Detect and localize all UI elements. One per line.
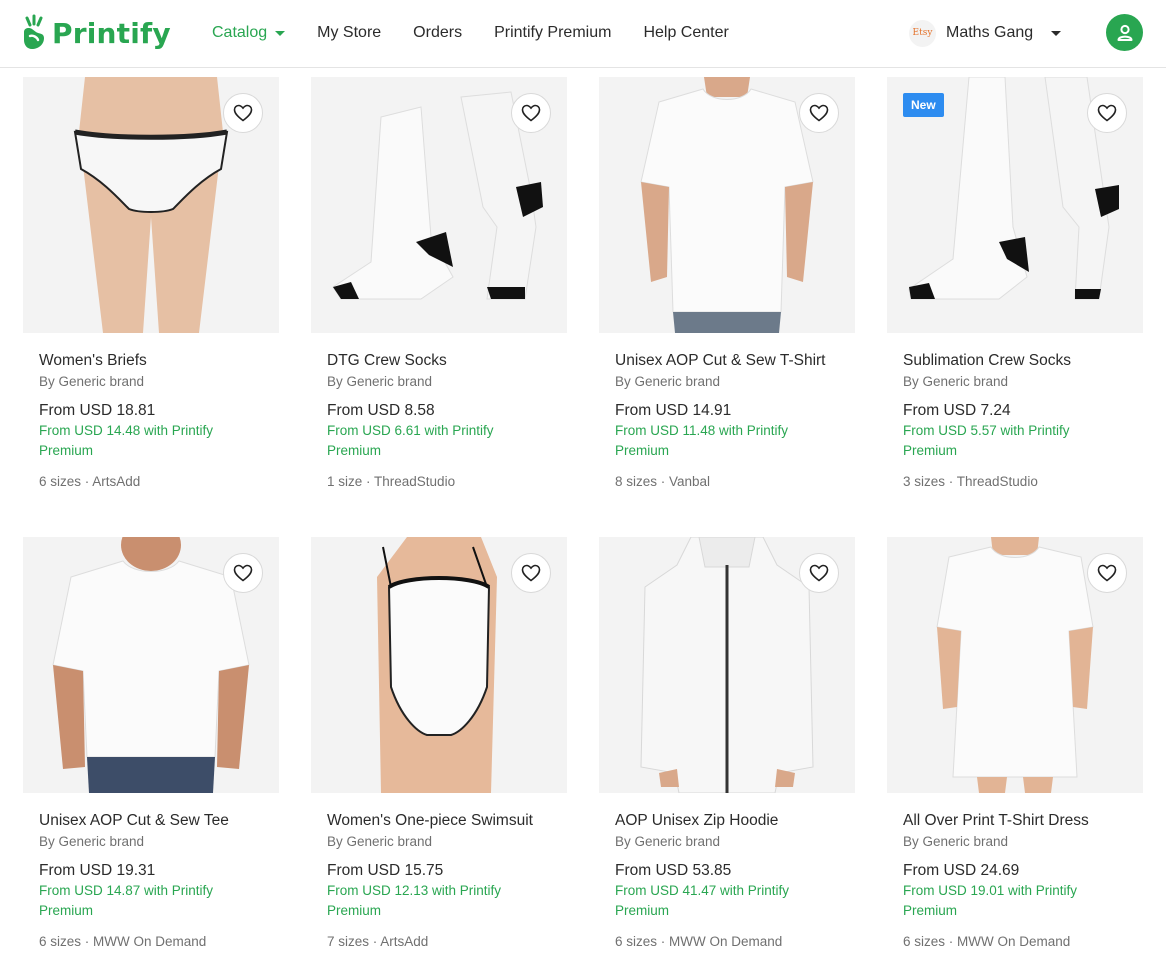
favorite-button[interactable] <box>511 93 551 133</box>
product-brand: By Generic brand <box>327 834 433 849</box>
product-premium-price: From USD 6.61 with Printify Premium <box>327 423 494 458</box>
heart-icon <box>521 564 541 582</box>
store-selector[interactable]: Etsy Maths Gang <box>909 18 1062 48</box>
main-nav: Catalog My Store Orders Printify Premium… <box>212 0 761 66</box>
product-brand: By Generic brand <box>615 834 721 849</box>
heart-icon <box>1097 564 1117 582</box>
product-premium-price: From USD 19.01 with Printify Premium <box>903 883 1078 918</box>
nav-orders[interactable]: Orders <box>413 24 462 42</box>
nav-my-store-label: My Store <box>317 24 382 41</box>
printify-logo-icon <box>24 14 44 49</box>
product-price: From USD 7.24 <box>903 402 1011 419</box>
product-brand: By Generic brand <box>615 374 721 389</box>
product-meta: 1 size · ThreadStudio <box>327 474 456 489</box>
favorite-button[interactable] <box>1087 93 1127 133</box>
product-info: Unisex AOP Cut & Sew T-Shirt By Generic … <box>615 351 845 491</box>
product-price: From USD 14.91 <box>615 402 732 419</box>
logo-text: Printify <box>52 16 171 50</box>
nav-help-center[interactable]: Help Center <box>643 24 728 42</box>
product-price: From USD 8.58 <box>327 402 435 419</box>
product-brand: By Generic brand <box>39 374 145 389</box>
favorite-button[interactable] <box>799 93 839 133</box>
nav-my-store[interactable]: My Store <box>317 24 381 42</box>
product-info: Unisex AOP Cut & Sew Tee By Generic bran… <box>39 811 269 951</box>
etsy-icon: Etsy <box>909 19 936 47</box>
store-name: Maths Gang <box>946 24 1034 41</box>
product-brand: By Generic brand <box>903 834 1009 849</box>
product-price: From USD 15.75 <box>327 862 444 879</box>
favorite-button[interactable] <box>223 93 263 133</box>
product-price: From USD 19.31 <box>39 862 156 879</box>
nav-printify-premium-label: Printify Premium <box>494 24 612 41</box>
heart-icon <box>809 564 829 582</box>
product-meta: 6 sizes · ArtsAdd <box>39 474 141 489</box>
nav-printify-premium[interactable]: Printify Premium <box>494 24 611 42</box>
nav-orders-label: Orders <box>413 24 463 41</box>
product-price: From USD 24.69 <box>903 862 1020 879</box>
product-info: AOP Unisex Zip Hoodie By Generic brand F… <box>615 811 845 951</box>
chevron-down-icon <box>275 30 286 36</box>
product-info: All Over Print T-Shirt Dress By Generic … <box>903 811 1133 951</box>
product-title[interactable]: All Over Print T-Shirt Dress <box>903 811 1133 831</box>
product-title[interactable]: Unisex AOP Cut & Sew Tee <box>39 811 269 831</box>
product-info: DTG Crew Socks By Generic brand From USD… <box>327 351 557 491</box>
nav-catalog-label: Catalog <box>212 24 268 41</box>
product-premium-price: From USD 14.87 with Printify Premium <box>39 883 214 918</box>
nav-catalog[interactable]: Catalog <box>212 24 286 42</box>
favorite-button[interactable] <box>1087 553 1127 593</box>
product-price: From USD 18.81 <box>39 402 156 419</box>
favorite-button[interactable] <box>223 553 263 593</box>
product-info: Sublimation Crew Socks By Generic brand … <box>903 351 1133 491</box>
heart-icon <box>233 564 253 582</box>
product-meta: 6 sizes · MWW On Demand <box>615 934 783 949</box>
favorite-button[interactable] <box>511 553 551 593</box>
heart-icon <box>233 104 253 122</box>
heart-icon <box>809 104 829 122</box>
product-premium-price: From USD 41.47 with Printify Premium <box>615 883 790 918</box>
product-premium-price: From USD 5.57 with Printify Premium <box>903 423 1070 458</box>
product-premium-price: From USD 14.48 with Printify Premium <box>39 423 214 458</box>
new-badge: New <box>903 93 944 117</box>
product-premium-price: From USD 11.48 with Printify Premium <box>615 423 789 458</box>
product-brand: By Generic brand <box>39 834 145 849</box>
product-meta: 7 sizes · ArtsAdd <box>327 934 429 949</box>
heart-icon <box>521 104 541 122</box>
product-title[interactable]: Sublimation Crew Socks <box>903 351 1133 371</box>
heart-icon <box>1097 104 1117 122</box>
favorite-button[interactable] <box>799 553 839 593</box>
printify-logo[interactable]: Printify <box>21 13 171 53</box>
product-title[interactable]: Unisex AOP Cut & Sew T-Shirt <box>615 351 845 371</box>
product-premium-price: From USD 12.13 with Printify Premium <box>327 883 502 918</box>
product-title[interactable]: Women's One-piece Swimsuit <box>327 811 557 831</box>
product-info: Women's Briefs By Generic brand From USD… <box>39 351 269 491</box>
product-meta: 6 sizes · MWW On Demand <box>903 934 1071 949</box>
product-brand: By Generic brand <box>327 374 433 389</box>
user-icon <box>1117 24 1132 41</box>
top-navbar: Printify Catalog My Store Orders Printif… <box>0 0 1166 68</box>
product-title[interactable]: AOP Unisex Zip Hoodie <box>615 811 845 831</box>
nav-help-center-label: Help Center <box>643 24 729 41</box>
product-meta: 6 sizes · MWW On Demand <box>39 934 207 949</box>
product-meta: 3 sizes · ThreadStudio <box>903 474 1038 489</box>
product-title[interactable]: Women's Briefs <box>39 351 269 371</box>
product-meta: 8 sizes · Vanbal <box>615 474 711 489</box>
product-title[interactable]: DTG Crew Socks <box>327 351 557 371</box>
product-price: From USD 53.85 <box>615 862 732 879</box>
user-account-button[interactable] <box>1106 14 1143 51</box>
product-brand: By Generic brand <box>903 374 1009 389</box>
product-info: Women's One-piece Swimsuit By Generic br… <box>327 811 557 951</box>
chevron-down-icon <box>1051 30 1062 36</box>
